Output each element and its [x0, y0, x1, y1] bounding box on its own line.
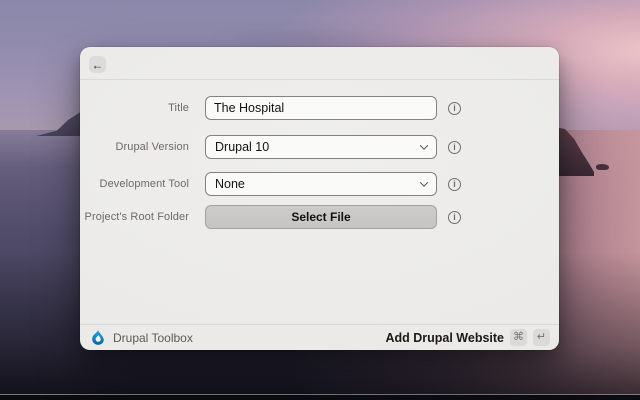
form-row-drupal-version: Drupal Version Drupal 10 i [80, 135, 559, 159]
return-key-icon: ↵ [533, 329, 550, 346]
info-icon[interactable]: i [448, 178, 461, 191]
form-row-title: Title i [80, 96, 559, 120]
root-folder-label: Project's Root Folder [80, 211, 189, 223]
info-icon[interactable]: i [448, 211, 461, 224]
drupal-version-label: Drupal Version [80, 141, 189, 153]
wallpaper-rock [596, 164, 609, 170]
drupal-toolbox-window: ← Title i Drupal Version Drupal 10 i Dev… [80, 47, 559, 350]
chevron-down-icon [420, 178, 428, 186]
add-drupal-website-button[interactable]: Add Drupal Website [385, 331, 504, 345]
drupal-version-dropdown[interactable]: Drupal 10 [205, 135, 437, 159]
info-icon[interactable]: i [448, 141, 461, 154]
window-footer: Drupal Toolbox Add Drupal Website ⌘ ↵ [80, 324, 559, 350]
form-row-root-folder: Project's Root Folder Select File i [80, 205, 559, 229]
back-arrow-icon: ← [92, 59, 104, 71]
development-tool-label: Development Tool [80, 178, 189, 190]
form-row-development-tool: Development Tool None i [80, 172, 559, 196]
drupal-logo-icon [91, 330, 105, 345]
footer-action: Add Drupal Website ⌘ ↵ [385, 329, 550, 346]
app-name: Drupal Toolbox [113, 331, 193, 345]
chevron-down-icon [420, 141, 428, 149]
title-label: Title [80, 102, 189, 114]
footer-branding: Drupal Toolbox [91, 330, 193, 345]
command-key-icon: ⌘ [510, 329, 527, 346]
development-tool-value: None [215, 177, 421, 191]
select-file-button[interactable]: Select File [205, 205, 437, 229]
drupal-version-value: Drupal 10 [215, 140, 421, 154]
select-file-label: Select File [291, 210, 350, 224]
wallpaper-bottom-edge [0, 394, 640, 400]
window-header: ← [80, 47, 559, 80]
development-tool-dropdown[interactable]: None [205, 172, 437, 196]
cloud [170, 26, 450, 48]
info-icon[interactable]: i [448, 102, 461, 115]
back-button[interactable]: ← [89, 56, 106, 73]
title-input[interactable] [205, 96, 437, 120]
